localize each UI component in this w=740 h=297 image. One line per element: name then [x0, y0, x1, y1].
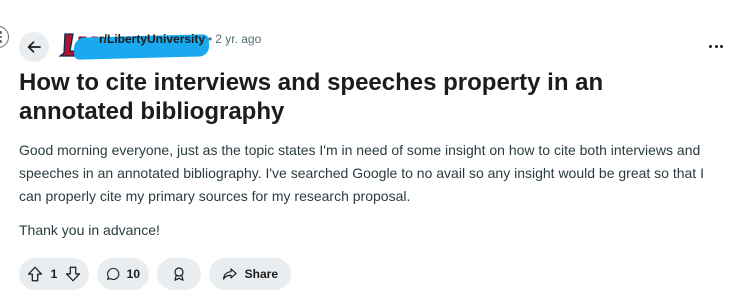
overflow-menu-button[interactable] — [706, 36, 726, 56]
more-horizontal-icon — [709, 44, 712, 48]
back-button[interactable] — [19, 32, 49, 62]
meta-separator: • — [208, 32, 213, 46]
vote-control: 1 — [19, 258, 89, 290]
post-title: How to cite interviews and speeches prop… — [19, 69, 604, 125]
post-action-bar: 1 10 Share — [19, 258, 291, 290]
arrow-left-icon — [27, 41, 41, 53]
partial-options-icon[interactable] — [0, 26, 9, 48]
speech-bubble-icon — [107, 267, 120, 281]
share-button[interactable]: Share — [209, 258, 291, 290]
award-button[interactable] — [157, 258, 201, 290]
arrow-up-icon[interactable] — [26, 265, 44, 283]
share-label: Share — [244, 267, 278, 281]
post-meta: r/LibertyUniversity • 2 yr. ago — [99, 31, 261, 47]
comment-count: 10 — [126, 267, 140, 281]
comments-button[interactable]: 10 — [97, 258, 149, 290]
award-icon — [174, 267, 184, 281]
subreddit-name[interactable]: r/LibertyUniversity — [99, 32, 205, 46]
arrow-down-icon[interactable] — [64, 265, 82, 283]
vote-count: 1 — [50, 267, 58, 281]
body-paragraph: Good morning everyone, just as the topic… — [19, 142, 704, 204]
body-paragraph: Thank you in advance! — [19, 222, 160, 238]
share-arrow-icon — [222, 268, 237, 280]
post-body: Good morning everyone, just as the topic… — [19, 139, 724, 242]
post-time: 2 yr. ago — [215, 32, 262, 46]
